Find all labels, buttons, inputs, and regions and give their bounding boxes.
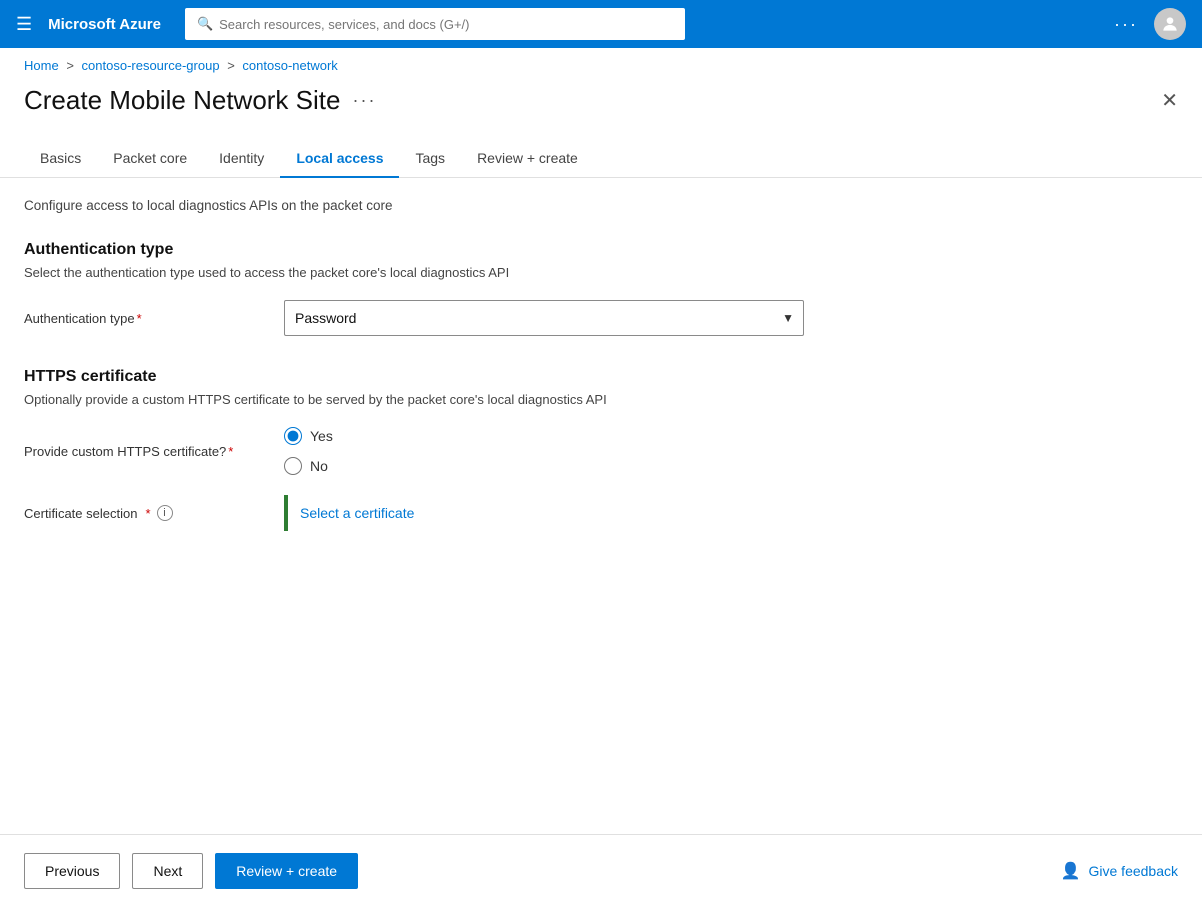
auth-type-label: Authentication type*	[24, 311, 284, 326]
tab-basics[interactable]: Basics	[24, 140, 97, 178]
review-create-button[interactable]: Review + create	[215, 853, 358, 889]
cert-selection-label: Certificate selection * i	[24, 505, 284, 521]
avatar[interactable]	[1154, 8, 1186, 40]
auth-type-row: Authentication type* Password AAD Certif…	[24, 300, 876, 336]
tab-packet-core[interactable]: Packet core	[97, 140, 203, 178]
radio-yes[interactable]: Yes	[284, 427, 333, 445]
topbar-ellipsis[interactable]: ···	[1114, 14, 1138, 35]
https-section: HTTPS certificate Optionally provide a c…	[24, 368, 876, 531]
next-button[interactable]: Next	[132, 853, 203, 889]
topbar-right: ···	[1114, 8, 1186, 40]
search-box[interactable]: 🔍	[185, 8, 685, 40]
radio-group-custom-cert: Yes No	[284, 427, 333, 475]
tab-tags[interactable]: Tags	[399, 140, 461, 178]
search-icon: 🔍	[197, 16, 213, 32]
tab-local-access[interactable]: Local access	[280, 140, 399, 178]
custom-cert-label: Provide custom HTTPS certificate?*	[24, 444, 284, 459]
radio-no[interactable]: No	[284, 457, 333, 475]
required-star: *	[137, 311, 142, 326]
custom-cert-row: Provide custom HTTPS certificate?* Yes N…	[24, 427, 876, 475]
feedback-label[interactable]: Give feedback	[1089, 863, 1179, 879]
radio-no-label: No	[310, 458, 328, 474]
info-icon[interactable]: i	[157, 505, 173, 521]
tab-description: Configure access to local diagnostics AP…	[24, 198, 876, 213]
cert-bar-indicator	[284, 495, 288, 531]
breadcrumb-sep-2: >	[227, 58, 235, 73]
radio-yes-label: Yes	[310, 428, 333, 444]
feedback-button[interactable]: 👤 Give feedback	[1061, 861, 1178, 881]
breadcrumb-network[interactable]: contoso-network	[242, 58, 337, 73]
topbar: ☰ Microsoft Azure 🔍 ···	[0, 0, 1202, 48]
auth-section-title: Authentication type	[24, 241, 876, 259]
cert-selector: Select a certificate	[284, 495, 414, 531]
page-header: Create Mobile Network Site ··· ✕	[0, 77, 1202, 116]
auth-section: Authentication type Select the authentic…	[24, 241, 876, 336]
hamburger-icon[interactable]: ☰	[16, 14, 32, 35]
main-content: Configure access to local diagnostics AP…	[0, 178, 900, 583]
select-certificate-link[interactable]: Select a certificate	[300, 505, 414, 521]
breadcrumb: Home > contoso-resource-group > contoso-…	[0, 48, 1202, 77]
required-star-cert-sel: *	[145, 506, 150, 521]
tab-identity[interactable]: Identity	[203, 140, 280, 178]
radio-yes-input[interactable]	[284, 427, 302, 445]
search-input[interactable]	[219, 17, 673, 32]
cert-selection-row: Certificate selection * i Select a certi…	[24, 495, 876, 531]
app-title: Microsoft Azure	[48, 16, 161, 33]
auth-type-dropdown-wrapper: Password AAD Certificate ▼	[284, 300, 804, 336]
feedback-icon: 👤	[1061, 861, 1081, 881]
auth-type-select[interactable]: Password AAD Certificate	[284, 300, 804, 336]
previous-button[interactable]: Previous	[24, 853, 120, 889]
auth-section-subtitle: Select the authentication type used to a…	[24, 265, 876, 280]
tab-review-create[interactable]: Review + create	[461, 140, 594, 178]
page-title: Create Mobile Network Site	[24, 85, 340, 116]
page-header-ellipsis[interactable]: ···	[352, 90, 376, 111]
required-star-cert: *	[228, 444, 233, 459]
tabs: Basics Packet core Identity Local access…	[0, 140, 1202, 178]
footer: Previous Next Review + create 👤 Give fee…	[0, 834, 1202, 906]
breadcrumb-home[interactable]: Home	[24, 58, 59, 73]
https-section-subtitle: Optionally provide a custom HTTPS certif…	[24, 392, 876, 407]
breadcrumb-resource-group[interactable]: contoso-resource-group	[82, 58, 220, 73]
breadcrumb-sep-1: >	[66, 58, 74, 73]
radio-no-input[interactable]	[284, 457, 302, 475]
https-section-title: HTTPS certificate	[24, 368, 876, 386]
close-icon[interactable]: ✕	[1161, 91, 1178, 111]
